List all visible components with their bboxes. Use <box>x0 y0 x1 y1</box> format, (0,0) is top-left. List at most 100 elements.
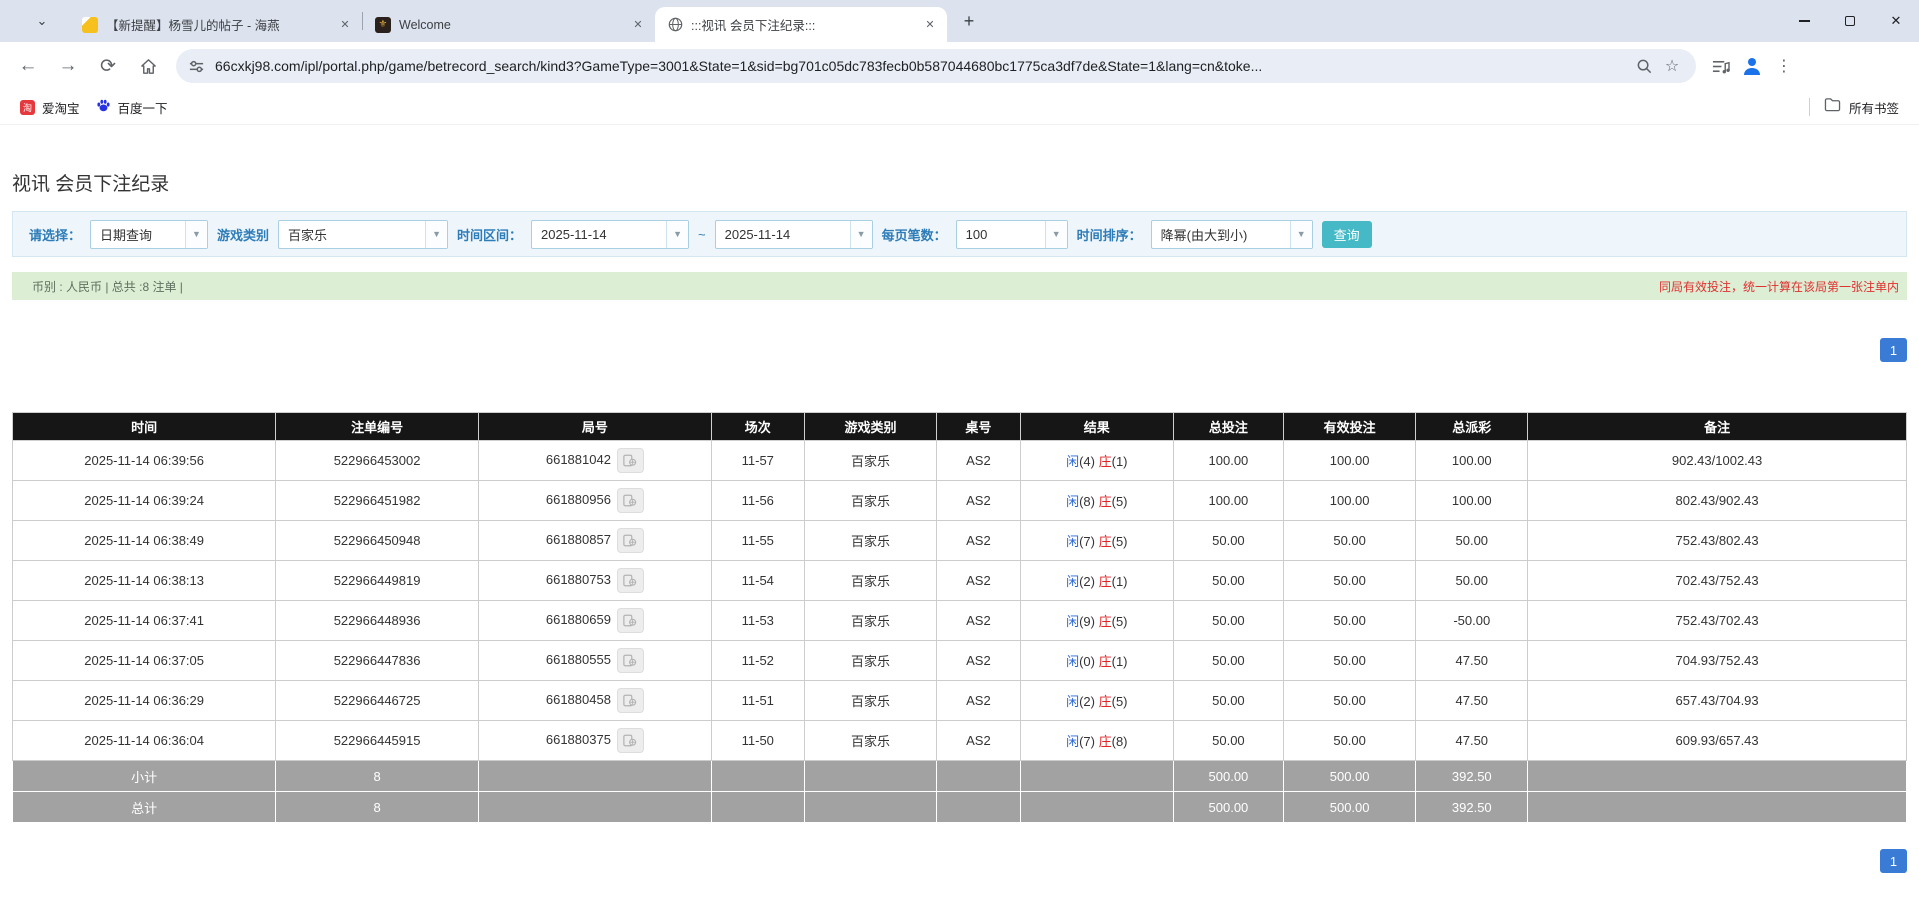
query-type-dropdown[interactable]: 日期查询 ▼ <box>90 219 209 249</box>
chevron-down-icon[interactable]: ⌄ <box>28 7 56 35</box>
cell-total-bet-link[interactable]: 50.00 <box>1172 680 1284 721</box>
bookmark-item-taobao[interactable]: 淘 爱淘宝 <box>12 94 88 121</box>
cell-session: 11-51 <box>710 680 805 721</box>
cell-total-bet-link[interactable]: 50.00 <box>1172 640 1284 681</box>
url-text[interactable]: 66cxkj98.com/ipl/portal.php/game/betreco… <box>215 58 1630 74</box>
subtotal-count: 8 <box>275 760 479 792</box>
video-replay-icon[interactable] <box>616 568 644 593</box>
cell-remark: 752.43/802.43 <box>1527 520 1907 561</box>
video-replay-icon[interactable] <box>616 688 644 713</box>
cell-bet-id: 522966449819 <box>275 560 479 601</box>
chevron-down-icon: ▼ <box>1289 220 1312 248</box>
table-row: 2025-11-14 06:38:49 522966450948 661880857… <box>11 520 1907 561</box>
cell-table-no: AS2 <box>936 720 1021 761</box>
pagination-bottom: 1 <box>12 849 1907 873</box>
col-header-remark: 备注 <box>1527 412 1907 441</box>
divider <box>1808 98 1810 116</box>
cell-bet-id: 522966446725 <box>275 680 479 721</box>
globe-icon <box>667 17 683 33</box>
cell-valid-bet: 100.00 <box>1282 440 1417 481</box>
date-to-picker[interactable]: 2025-11-14 ▼ <box>714 219 873 249</box>
cell-session: 11-54 <box>710 560 805 601</box>
menu-dots-icon[interactable]: ⋮ <box>1770 52 1798 80</box>
tab-welcome[interactable]: ⚜ Welcome ✕ <box>363 7 655 42</box>
per-page-dropdown[interactable]: 100 ▼ <box>955 219 1068 249</box>
cell-total-bet-link[interactable]: 100.00 <box>1172 480 1284 521</box>
new-tab-button[interactable]: + <box>955 7 983 35</box>
cell-game-type: 百家乐 <box>803 720 938 761</box>
home-icon[interactable] <box>131 49 165 83</box>
profile-avatar[interactable] <box>1740 54 1764 78</box>
bookmarks-bar: 淘 爱淘宝 百度一下 所有书签 <box>0 90 1919 125</box>
cell-total-bet-link[interactable]: 100.00 <box>1172 440 1284 481</box>
tab-strip: ⌄ 【新提醒】杨雪儿的帖子 - 海燕 ✕ ⚜ Welcome ✕ :::视讯 会… <box>0 0 1919 42</box>
col-header-table-no: 桌号 <box>936 412 1021 441</box>
cell-table-no: AS2 <box>936 680 1021 721</box>
cell-table-no: AS2 <box>936 640 1021 681</box>
cell-result: 闲(7) 庄(8) <box>1019 720 1174 761</box>
tab-title: Welcome <box>399 17 451 32</box>
video-replay-icon[interactable] <box>616 728 644 753</box>
forward-icon[interactable]: → <box>51 49 85 83</box>
cell-result: 闲(9) 庄(5) <box>1019 600 1174 641</box>
cell-remark: 657.43/704.93 <box>1527 680 1907 721</box>
cell-bet-id: 522966450948 <box>275 520 479 561</box>
col-header-game-type: 游戏类别 <box>803 412 938 441</box>
cell-round-id: 661880753 <box>477 560 712 601</box>
game-type-dropdown[interactable]: 百家乐 ▼ <box>278 219 449 249</box>
video-replay-icon[interactable] <box>616 648 644 673</box>
filter-bar: 请选择： 日期查询 ▼ 游戏类别 百家乐 ▼ 时间区间： 2025-11-14 … <box>12 211 1907 257</box>
cell-time: 2025-11-14 06:37:41 <box>11 600 277 641</box>
all-bookmarks-button[interactable]: 所有书签 <box>1849 94 1907 121</box>
cell-session: 11-53 <box>710 600 805 641</box>
total-valid-bet: 500.00 <box>1282 791 1417 823</box>
cell-bet-id: 522966448936 <box>275 600 479 641</box>
cell-round-id: 661881042 <box>477 440 712 481</box>
bookmark-star-icon[interactable]: ☆ <box>1658 52 1686 80</box>
cell-round-id: 661880375 <box>477 720 712 761</box>
back-icon[interactable]: ← <box>11 49 45 83</box>
minimize-button[interactable] <box>1781 0 1827 42</box>
pagination-top: 1 <box>12 338 1907 362</box>
maximize-button[interactable] <box>1827 0 1873 42</box>
cell-result: 闲(0) 庄(1) <box>1019 640 1174 681</box>
chevron-down-icon: ▼ <box>849 220 872 248</box>
cell-total-bet-link[interactable]: 50.00 <box>1172 720 1284 761</box>
video-replay-icon[interactable] <box>616 528 644 553</box>
search-button[interactable]: 查询 <box>1321 220 1372 248</box>
cell-total-bet-link[interactable]: 50.00 <box>1172 600 1284 641</box>
cell-game-type: 百家乐 <box>803 480 938 521</box>
site-settings-icon[interactable] <box>188 58 205 75</box>
tab-title: :::视讯 会员下注纪录::: <box>691 19 816 33</box>
address-bar[interactable]: 66cxkj98.com/ipl/portal.php/game/betreco… <box>176 49 1696 83</box>
close-icon[interactable]: ✕ <box>921 16 939 34</box>
cell-total-bet-link[interactable]: 50.00 <box>1172 520 1284 561</box>
cell-total-bet-link[interactable]: 50.00 <box>1172 560 1284 601</box>
video-replay-icon[interactable] <box>616 608 644 633</box>
cell-valid-bet: 50.00 <box>1282 720 1417 761</box>
cell-valid-bet: 50.00 <box>1282 680 1417 721</box>
close-icon[interactable]: ✕ <box>629 16 647 34</box>
bookmark-item-baidu[interactable]: 百度一下 <box>88 94 176 121</box>
close-icon[interactable]: ✕ <box>336 16 354 34</box>
sort-dropdown[interactable]: 降幂(由大到小) ▼ <box>1150 219 1313 249</box>
date-from-picker[interactable]: 2025-11-14 ▼ <box>531 219 690 249</box>
tab-forum-post[interactable]: 【新提醒】杨雪儿的帖子 - 海燕 ✕ <box>70 7 362 42</box>
video-replay-icon[interactable] <box>616 488 644 513</box>
cell-bet-id: 522966447836 <box>275 640 479 681</box>
page-1-button[interactable]: 1 <box>1880 849 1907 873</box>
window-close-button[interactable]: ✕ <box>1873 0 1919 42</box>
cell-game-type: 百家乐 <box>803 440 938 481</box>
tab-title: 【新提醒】杨雪儿的帖子 - 海燕 <box>106 19 280 33</box>
reload-icon[interactable]: ⟳ <box>91 49 125 83</box>
table-row: 2025-11-14 06:36:29 522966446725 661880458… <box>11 680 1907 721</box>
media-controls-icon[interactable] <box>1706 52 1734 80</box>
cell-result: 闲(8) 庄(5) <box>1019 480 1174 521</box>
cell-session: 11-52 <box>710 640 805 681</box>
cell-result: 闲(2) 庄(1) <box>1019 560 1174 601</box>
page-1-button[interactable]: 1 <box>1880 338 1907 362</box>
tab-bet-records-active[interactable]: :::视讯 会员下注纪录::: ✕ <box>655 7 947 42</box>
date-range-label: 时间区间： <box>457 227 523 243</box>
zoom-magnifier-icon[interactable] <box>1630 52 1658 80</box>
video-replay-icon[interactable] <box>616 448 644 473</box>
